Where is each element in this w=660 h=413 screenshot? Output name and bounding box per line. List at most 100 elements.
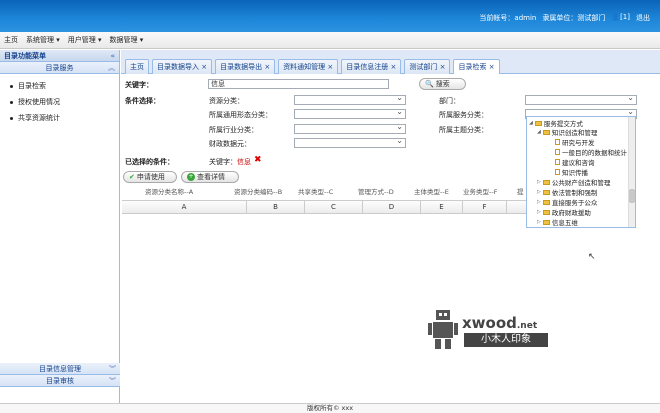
bullet-icon <box>10 84 13 88</box>
tree-node[interactable]: ▷ 直接服务于公众 <box>537 197 597 207</box>
document-icon <box>555 139 560 145</box>
res-cat-select[interactable] <box>294 94 406 105</box>
tree-node[interactable]: 一般目的的数据和统计 <box>555 147 627 157</box>
org-form-select[interactable] <box>294 108 406 119</box>
menu-data[interactable]: 数据管理 ▾ <box>110 35 144 45</box>
theme-cat-label: 所属主题分类： <box>439 126 488 134</box>
menu-user[interactable]: 用户管理 ▾ <box>68 35 102 45</box>
watermark-logo: xwood.net 小木人印象 <box>428 310 578 355</box>
user-count[interactable]: 👤[1] <box>611 13 630 23</box>
apply-button[interactable]: ✔ 申请使用 <box>123 171 177 183</box>
menu-system[interactable]: 系统管理 ▾ <box>26 35 60 45</box>
theme-tree-dropdown[interactable]: ◢ 服务提交方式 ◢ 知识创造和管理 研究与开发 一般目的的数据和统计 建议和咨询 … <box>526 116 636 228</box>
watermark-cn: 小木人印象 <box>464 333 548 347</box>
condition-label: 条件选择： <box>125 97 160 105</box>
tab-export[interactable]: 目录数据导出 × <box>215 59 276 74</box>
chevron-down-icon: ︾ <box>109 365 116 373</box>
sidebar-item-authorization[interactable]: 授权使用情况 <box>0 94 119 110</box>
logout-link[interactable]: 退出 <box>636 13 650 23</box>
res-cat-label: 资源分类： <box>209 97 244 105</box>
remove-condition-icon[interactable]: ✖ <box>254 155 262 165</box>
service-cat-label: 所属服务分类： <box>439 111 488 119</box>
tab-test-dept[interactable]: 测试部门 × <box>404 59 451 74</box>
sidebar: 目录功能菜单 « 目录服务 ︽ 目录检索 授权使用情况 共享资源统计 <box>0 50 120 403</box>
sidebar-section-audit[interactable]: 目录审核 ︾ <box>0 375 120 387</box>
top-banner: 当前帐号：admin 隶属单位：测试部门 👤[1] 退出 <box>0 0 660 32</box>
document-icon <box>555 169 560 175</box>
sidebar-section-info[interactable]: 目录信息管理 ︾ <box>0 363 120 375</box>
tab-catalog-search[interactable]: 目录检索 × <box>453 59 500 75</box>
menu-bar: 主页 系统管理 ▾ 用户管理 ▾ 数据管理 ▾ <box>0 32 660 49</box>
keyword-label: 关键字： <box>125 81 153 89</box>
document-icon <box>555 159 560 165</box>
tab-import[interactable]: 目录数据导入 × <box>152 59 213 74</box>
chevron-down-icon: ︾ <box>109 377 116 385</box>
dept-label: 部门： <box>439 97 460 105</box>
unit-label: 隶属单位：测试部门 <box>542 14 606 22</box>
folder-icon <box>542 219 550 225</box>
document-icon <box>555 149 560 155</box>
tree-node[interactable]: ▷ 依法管制和强制 <box>537 187 597 197</box>
dept-select[interactable] <box>525 94 637 105</box>
folder-icon <box>542 209 550 215</box>
tree-node[interactable]: ▷ 信息五维 <box>537 217 578 227</box>
tree-scrollbar[interactable] <box>628 117 635 227</box>
column-header-row: 资源分类名称--A 资源分类编码--B 共享类型--C 管理方式--D 主体类型… <box>122 184 532 198</box>
detail-button[interactable]: + 查看详情 <box>181 171 239 183</box>
col-a-name: 资源分类名称--A <box>145 188 194 196</box>
chevron-up-icon: ︽ <box>108 64 115 72</box>
open-value-select[interactable] <box>294 137 406 148</box>
tree-node[interactable]: ▷ 政府财政援助 <box>537 207 591 217</box>
grid-col-b[interactable]: B <box>247 201 305 214</box>
grid-col-e[interactable]: E <box>421 201 463 214</box>
tab-register[interactable]: 目录信息注册 × <box>341 59 402 74</box>
account-label: 当前帐号：admin <box>479 14 537 22</box>
tree-node[interactable]: 研究与开发 <box>555 137 595 147</box>
col-g-name: 提 <box>517 188 524 196</box>
sidebar-item-catalog-search[interactable]: 目录检索 <box>0 78 119 94</box>
col-e-name: 主体类型--E <box>414 188 449 196</box>
robot-icon <box>428 310 458 352</box>
menu-home[interactable]: 主页 <box>4 35 18 45</box>
scrollbar-thumb[interactable] <box>629 189 635 203</box>
folder-icon <box>542 199 550 205</box>
tree-node[interactable]: ▷ 公共财产创造和管理 <box>537 177 610 187</box>
mouse-cursor-icon: ↖ <box>588 252 596 262</box>
org-form-label: 所属通用形态分类： <box>209 111 272 119</box>
tab-notice[interactable]: 资料通知管理 × <box>278 59 339 74</box>
tab-home[interactable]: 主页 <box>125 59 149 74</box>
collapse-icon[interactable]: « <box>110 50 115 62</box>
sidebar-item-statistics[interactable]: 共享资源统计 <box>0 110 119 126</box>
open-value-label: 财政数据元： <box>209 140 251 148</box>
grid-col-a[interactable]: A <box>122 201 247 214</box>
selected-label: 已选择的条件： <box>125 158 174 166</box>
bullet-icon <box>10 116 13 120</box>
col-c-name: 共享类型--C <box>298 188 334 196</box>
keyword-condition: 关键字：信息 <box>209 158 251 166</box>
tree-node[interactable]: ◢ 知识创造和管理 <box>537 127 597 137</box>
tree-node[interactable]: 知识传播 <box>555 167 588 177</box>
folder-icon <box>534 120 542 126</box>
tree-node[interactable]: 建议和咨询 <box>555 157 595 167</box>
footer: 版权所有© xxx <box>0 403 660 413</box>
folder-icon <box>542 129 550 135</box>
watermark-brand: xwood.net <box>462 314 538 332</box>
tab-bar: 主页 目录数据导入 × 目录数据导出 × 资料通知管理 × 目录信息注册 × 测… <box>121 50 660 75</box>
grid-col-f[interactable]: F <box>463 201 507 214</box>
col-d-name: 管理方式--D <box>358 188 394 196</box>
check-icon: ✔ <box>129 173 135 181</box>
grid-col-d[interactable]: D <box>363 201 421 214</box>
bullet-icon <box>10 100 13 104</box>
col-f-name: 业务类型--F <box>463 188 498 196</box>
search-icon: 🔍 <box>425 80 434 88</box>
keyword-input[interactable]: 信息 <box>208 79 389 89</box>
industry-select[interactable] <box>294 123 406 134</box>
sidebar-title: 目录功能菜单 « <box>0 50 119 62</box>
search-button[interactable]: 🔍 搜索 <box>419 78 466 90</box>
grid-col-c[interactable]: C <box>305 201 363 214</box>
plus-icon: + <box>187 173 195 181</box>
col-b-name: 资源分类编码--B <box>234 188 283 196</box>
result-grid-header: A B C D E F <box>122 200 528 214</box>
sidebar-section[interactable]: 目录服务 ︽ <box>0 62 119 74</box>
sidebar-bottom: 目录信息管理 ︾ 目录审核 ︾ <box>0 363 120 387</box>
